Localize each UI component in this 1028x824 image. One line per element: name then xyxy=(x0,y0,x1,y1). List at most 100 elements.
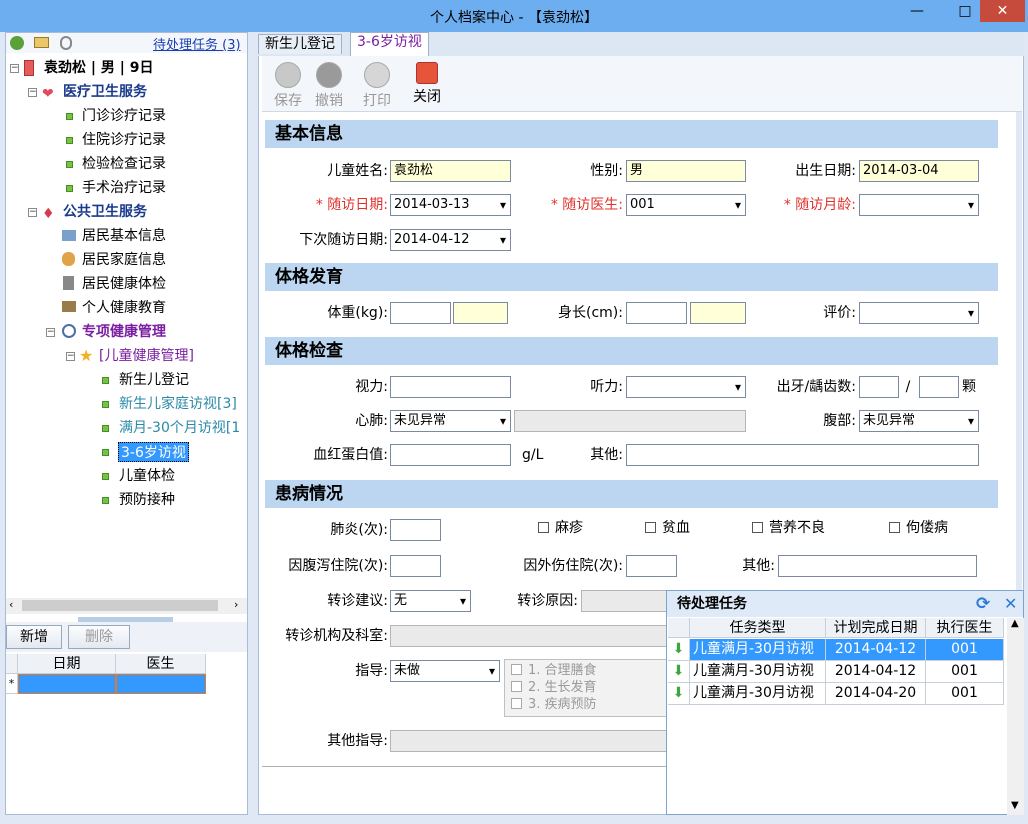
age-select[interactable] xyxy=(859,194,979,216)
pending-vertical-scrollbar[interactable]: ▲ ▼ xyxy=(1007,618,1024,815)
heart-lung-select[interactable]: 未见异常 xyxy=(390,410,511,432)
injury-field[interactable] xyxy=(626,555,677,577)
hemoglobin-field[interactable] xyxy=(390,444,511,466)
tree-child-health[interactable]: [儿童健康管理] xyxy=(99,346,194,366)
refresh-icon[interactable]: ⟳ xyxy=(976,594,990,614)
tree-item-newborn-visit[interactable]: 新生儿家庭访视[3] xyxy=(119,394,237,414)
task-type-cell[interactable]: 儿童满月-30月访视 xyxy=(690,639,826,661)
tree-item-surgery[interactable]: 手术治疗记录 xyxy=(82,178,166,198)
tree-item-checkup[interactable]: 居民健康体检 xyxy=(82,274,166,294)
collapse-toggle[interactable]: − xyxy=(28,208,37,217)
tree-item-vaccination[interactable]: 预防接种 xyxy=(119,490,175,510)
scroll-thumb[interactable] xyxy=(22,600,218,611)
person-icon[interactable] xyxy=(10,36,24,50)
header-plan-date[interactable]: 计划完成日期 xyxy=(826,618,926,638)
tab-3-6-visit[interactable]: 3-6岁访视 xyxy=(350,32,429,56)
caries-count-field[interactable] xyxy=(919,376,959,398)
guide-option-growth[interactable]: 2. 生长发育 xyxy=(511,679,597,696)
referral-reason-field[interactable] xyxy=(581,590,669,612)
card-icon[interactable] xyxy=(34,37,49,48)
task-doctor-cell[interactable]: 001 xyxy=(926,683,1004,705)
fingerprint-icon[interactable] xyxy=(60,36,72,50)
tree-horizontal-scrollbar[interactable]: ‹ › xyxy=(6,598,247,614)
tree-item-family[interactable]: 居民家庭信息 xyxy=(82,250,166,270)
sex-field[interactable]: 男 xyxy=(626,160,746,182)
scroll-up-icon[interactable]: ▲ xyxy=(1011,618,1019,629)
tree-medical[interactable]: 医疗卫生服务 xyxy=(63,82,147,102)
tree-item-basic-info[interactable]: 居民基本信息 xyxy=(82,226,166,246)
next-visit-picker[interactable]: 2014-04-12 xyxy=(390,229,511,251)
close-button[interactable]: 关闭 xyxy=(407,62,447,106)
minimize-button[interactable]: — xyxy=(904,0,930,22)
measles-checkbox[interactable]: 麻疹 xyxy=(538,518,583,538)
task-date-cell[interactable]: 2014-04-20 xyxy=(826,683,926,705)
tree-item-outpatient[interactable]: 门诊诊疗记录 xyxy=(82,106,166,126)
tree-special[interactable]: 专项健康管理 xyxy=(82,322,166,342)
height-field[interactable] xyxy=(626,302,687,324)
birth-field[interactable]: 2014-03-04 xyxy=(859,160,979,182)
maximize-button[interactable]: □ xyxy=(952,0,978,22)
institution-field[interactable] xyxy=(390,625,668,647)
task-type-cell[interactable]: 儿童满月-30月访视 xyxy=(690,683,826,705)
close-icon[interactable]: ✕ xyxy=(1004,594,1017,613)
scroll-left-icon[interactable]: ‹ xyxy=(9,598,13,611)
grid-header-date[interactable]: 日期 xyxy=(18,654,116,674)
tree-root[interactable]: 袁劲松 | 男 | 9日 xyxy=(44,58,153,78)
malnutrition-checkbox[interactable]: 营养不良 xyxy=(752,518,825,538)
rickets-checkbox[interactable]: 佝偻病 xyxy=(889,518,948,538)
anemia-checkbox[interactable]: 贫血 xyxy=(645,518,690,538)
tree-item-child-checkup[interactable]: 儿童体检 xyxy=(119,466,175,486)
weight-eval-field[interactable] xyxy=(453,302,508,324)
exam-other-field[interactable] xyxy=(626,444,979,466)
name-field[interactable]: 袁劲松 xyxy=(390,160,511,182)
referral-select[interactable]: 无 xyxy=(390,590,471,612)
grid-cell-date[interactable] xyxy=(18,674,116,694)
guide-option-prevention[interactable]: 3. 疾病预防 xyxy=(511,696,597,713)
guidance-select[interactable]: 未做 xyxy=(390,660,500,682)
disease-other-field[interactable] xyxy=(778,555,977,577)
hearing-select[interactable] xyxy=(626,376,746,398)
doctor-select[interactable]: 001 xyxy=(626,194,746,216)
tree-item-newborn[interactable]: 新生儿登记 xyxy=(119,370,189,390)
scroll-right-icon[interactable]: › xyxy=(234,598,238,611)
tree-item-inpatient[interactable]: 住院诊疗记录 xyxy=(82,130,166,150)
task-doctor-cell[interactable]: 001 xyxy=(926,661,1004,683)
tree-item-month-visit[interactable]: 满月-30个月访视[1 xyxy=(119,418,240,438)
header-task-type[interactable]: 任务类型 xyxy=(690,618,826,638)
tree-item-education[interactable]: 个人健康教育 xyxy=(82,298,166,318)
grid-cell-doctor[interactable] xyxy=(116,674,206,694)
diarrhea-field[interactable] xyxy=(390,555,441,577)
grid-header-doctor[interactable]: 医生 xyxy=(116,654,206,674)
teeth-count-field[interactable] xyxy=(859,376,899,398)
weight-field[interactable] xyxy=(390,302,451,324)
save-button[interactable]: 保存 xyxy=(268,62,308,110)
collapse-toggle[interactable]: − xyxy=(66,352,75,361)
header-doctor[interactable]: 执行医生 xyxy=(926,618,1004,638)
undo-button[interactable]: 撤销 xyxy=(309,62,349,110)
tree-item-lab[interactable]: 检验检查记录 xyxy=(82,154,166,174)
scroll-down-icon[interactable]: ▼ xyxy=(1011,800,1019,811)
collapse-toggle[interactable]: − xyxy=(28,88,37,97)
other-guidance-field[interactable] xyxy=(390,730,668,752)
add-button[interactable]: 新增 xyxy=(6,625,62,649)
pending-tasks-link[interactable]: 待处理任务 (3) xyxy=(153,34,241,53)
pneumonia-field[interactable] xyxy=(390,519,441,541)
task-doctor-cell[interactable]: 001 xyxy=(926,639,1004,661)
abdomen-select[interactable]: 未见异常 xyxy=(859,410,979,432)
heart-lung-detail-field[interactable] xyxy=(514,410,746,432)
close-window-button[interactable]: ✕ xyxy=(980,0,1025,22)
task-type-cell[interactable]: 儿童满月-30月访视 xyxy=(690,661,826,683)
guide-option-diet[interactable]: 1. 合理膳食 xyxy=(511,662,597,679)
print-button[interactable]: 打印 xyxy=(357,62,397,110)
height-eval-field[interactable] xyxy=(690,302,746,324)
tab-newborn[interactable]: 新生儿登记 xyxy=(258,34,342,54)
task-date-cell[interactable]: 2014-04-12 xyxy=(826,661,926,683)
task-date-cell[interactable]: 2014-04-12 xyxy=(826,639,926,661)
vision-field[interactable] xyxy=(390,376,511,398)
eval-select[interactable] xyxy=(859,302,979,324)
tree-public[interactable]: 公共卫生服务 xyxy=(63,202,147,222)
delete-button[interactable]: 删除 xyxy=(68,625,130,649)
visit-date-picker[interactable]: 2014-03-13 xyxy=(390,194,511,216)
collapse-toggle[interactable]: − xyxy=(46,328,55,337)
tree-item-3-6-visit-selected[interactable]: 3-6岁访视 xyxy=(118,442,189,462)
